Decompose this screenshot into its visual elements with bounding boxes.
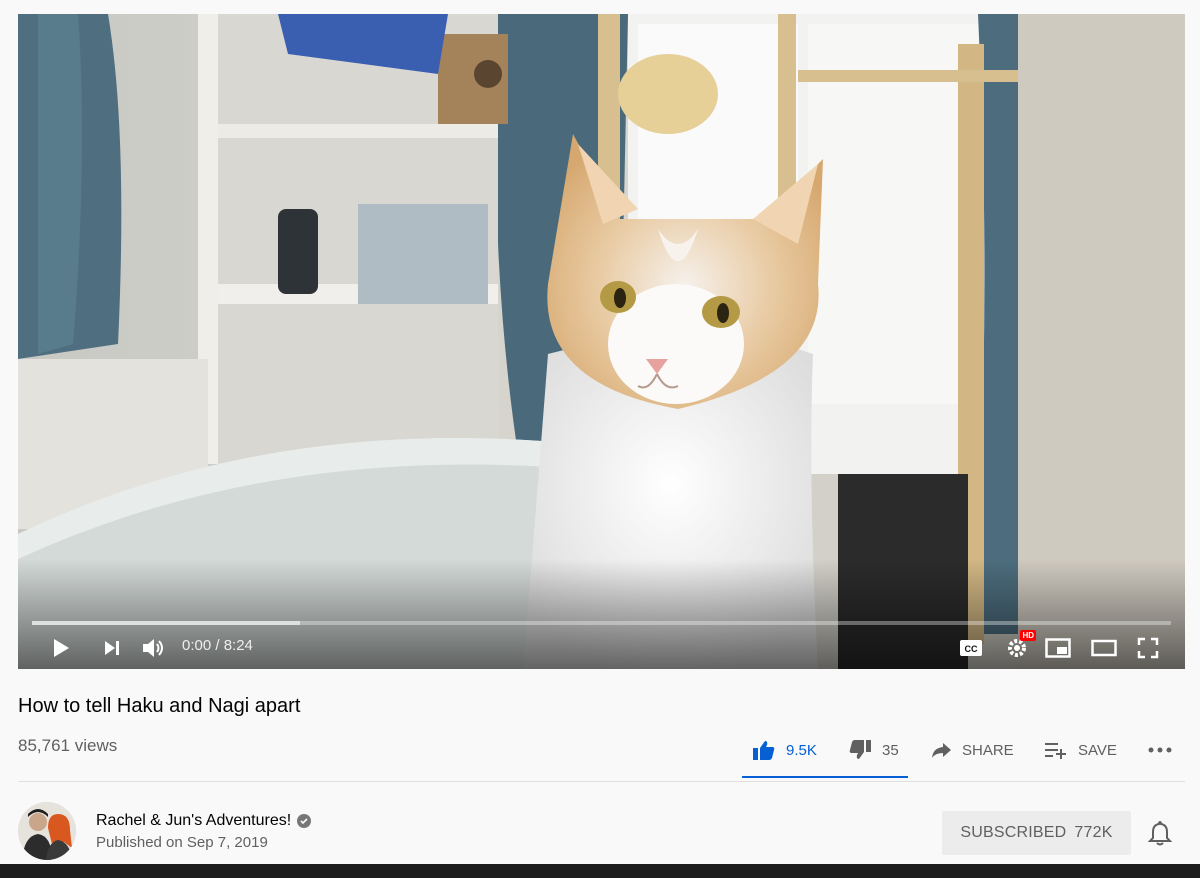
miniplayer-icon xyxy=(1045,638,1071,658)
captions-icon: CC xyxy=(960,640,982,656)
volume-button[interactable] xyxy=(140,634,168,662)
volume-icon xyxy=(143,639,163,657)
like-button[interactable]: 9.5K xyxy=(752,736,817,764)
theater-mode-button[interactable] xyxy=(1090,634,1118,662)
avatar-image xyxy=(18,802,76,860)
like-sentiment-bar xyxy=(742,776,908,778)
miniplayer-button[interactable] xyxy=(1044,634,1072,662)
fullscreen-icon xyxy=(1137,637,1159,659)
skip-next-icon xyxy=(105,641,119,655)
top-strip xyxy=(0,0,1200,14)
progress-buffered xyxy=(32,621,300,625)
video-title: How to tell Haku and Nagi apart xyxy=(18,695,301,717)
thumbs-up-icon xyxy=(753,741,775,760)
subscribe-button[interactable]: SUBSCRIBED 772K xyxy=(942,811,1131,855)
save-button[interactable]: SAVE xyxy=(1044,736,1117,764)
settings-button[interactable]: HD xyxy=(1004,630,1036,662)
thumbs-down-icon xyxy=(849,740,871,759)
svg-text:CC: CC xyxy=(965,644,978,654)
verified-icon xyxy=(297,814,312,828)
share-icon xyxy=(932,743,951,758)
video-player[interactable]: 0:00 / 8:24 CC HD xyxy=(18,14,1185,669)
os-taskbar xyxy=(0,864,1200,878)
save-label: SAVE xyxy=(1078,741,1117,759)
progress-bar[interactable] xyxy=(32,621,1171,625)
captions-button[interactable]: CC xyxy=(958,634,984,662)
bell-icon xyxy=(1147,820,1173,846)
subscriber-count: 772K xyxy=(1074,824,1113,841)
share-button[interactable]: SHARE xyxy=(930,736,1014,764)
channel-name-text: Rachel & Jun's Adventures! xyxy=(96,812,292,829)
play-icon xyxy=(54,639,69,657)
youtube-watch-page: 0:00 / 8:24 CC HD How to tell Haku and N… xyxy=(0,0,1200,878)
view-count: 85,761 views xyxy=(18,736,118,755)
more-horizontal-icon xyxy=(1148,747,1172,753)
fullscreen-button[interactable] xyxy=(1135,634,1161,662)
dislike-button[interactable]: 35 xyxy=(848,736,899,764)
next-button[interactable] xyxy=(100,634,124,662)
theater-mode-icon xyxy=(1091,639,1117,657)
more-actions-button[interactable] xyxy=(1148,736,1172,764)
channel-name[interactable]: Rachel & Jun's Adventures! xyxy=(96,812,312,830)
hd-badge: HD xyxy=(1020,630,1036,641)
channel-avatar[interactable] xyxy=(18,802,76,860)
publish-date: Published on Sep 7, 2019 xyxy=(96,834,268,851)
like-count: 9.5K xyxy=(786,741,817,759)
divider xyxy=(18,781,1185,782)
time-display: 0:00 / 8:24 xyxy=(182,637,253,654)
play-button[interactable] xyxy=(48,634,74,662)
subscribe-label: SUBSCRIBED xyxy=(960,824,1067,841)
notification-bell-button[interactable] xyxy=(1147,820,1173,846)
dislike-count: 35 xyxy=(882,741,899,759)
add-to-playlist-icon xyxy=(1045,743,1066,759)
share-label: SHARE xyxy=(962,741,1014,759)
